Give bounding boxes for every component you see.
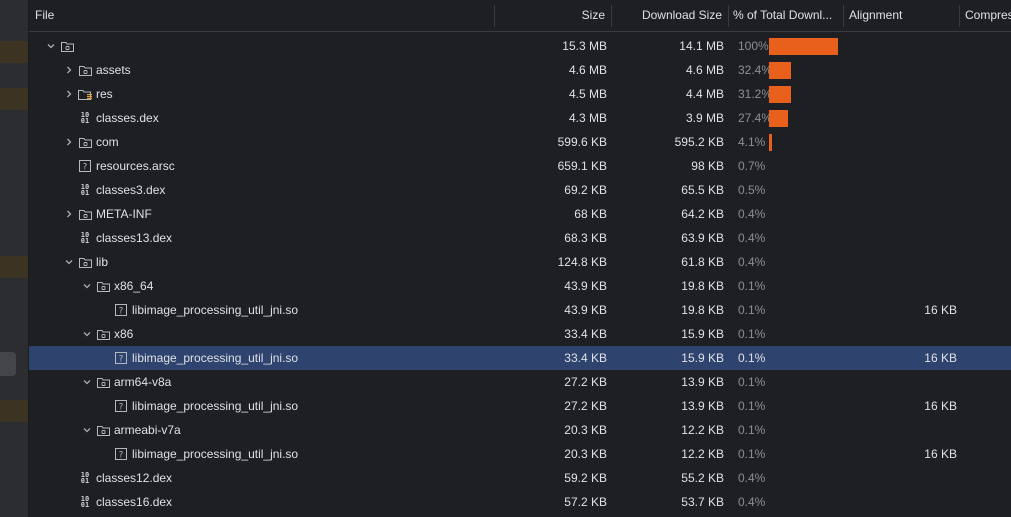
download-size-cell: 98 KB bbox=[691, 159, 724, 173]
gutter-marker bbox=[0, 41, 28, 63]
percent-cell: 0.4% bbox=[738, 231, 766, 245]
percent-cell: 31.2% bbox=[738, 87, 773, 101]
table-row[interactable]: 10 01 classes3.dex 69.2 KB 65.5 KB 0.5% bbox=[29, 178, 1011, 202]
download-share-bar bbox=[769, 110, 788, 127]
percent-cell: 0.5% bbox=[738, 183, 766, 197]
download-share-bar bbox=[769, 38, 838, 55]
column-divider[interactable] bbox=[959, 5, 960, 27]
alignment-cell: 16 KB bbox=[924, 399, 957, 413]
tree-rows: 15.3 MB 14.1 MB 100% assets 4.6 MB 4.6 MB 32.4… bbox=[29, 34, 1011, 514]
table-row[interactable]: x86 33.4 KB 15.9 KB 0.1% bbox=[29, 322, 1011, 346]
download-size-cell: 19.8 KB bbox=[681, 279, 724, 293]
alignment-cell: 16 KB bbox=[924, 351, 957, 365]
column-header-size[interactable]: Size bbox=[495, 0, 605, 31]
percent-cell: 0.1% bbox=[738, 375, 766, 389]
table-row[interactable]: x86_64 43.9 KB 19.8 KB 0.1% bbox=[29, 274, 1011, 298]
percent-cell: 100% bbox=[738, 39, 769, 53]
column-header-compression[interactable]: Compres bbox=[965, 0, 1011, 31]
download-size-cell: 3.9 MB bbox=[685, 111, 724, 125]
download-share-bar bbox=[769, 62, 791, 79]
apk-analyzer-tree-table: File Size Download Size % of Total Downl… bbox=[29, 0, 1011, 517]
percent-cell: 0.1% bbox=[738, 279, 766, 293]
percent-cell: 32.4% bbox=[738, 63, 773, 77]
table-row[interactable]: armeabi-v7a 20.3 KB 12.2 KB 0.1% bbox=[29, 418, 1011, 442]
table-row[interactable]: lib 124.8 KB 61.8 KB 0.4% bbox=[29, 250, 1011, 274]
download-size-cell: 61.8 KB bbox=[681, 255, 724, 269]
table-row[interactable]: 10 01 classes16.dex 57.2 KB 53.7 KB 0.4% bbox=[29, 490, 1011, 514]
column-header-file[interactable]: File bbox=[35, 0, 54, 31]
table-row[interactable]: ? libimage_processing_util_jni.so 33.4 KB 1… bbox=[29, 346, 1011, 370]
gutter-marker bbox=[0, 88, 28, 110]
table-row[interactable]: assets 4.6 MB 4.6 MB 32.4% bbox=[29, 58, 1011, 82]
column-header-percent[interactable]: % of Total Downl... bbox=[733, 0, 843, 31]
column-divider[interactable] bbox=[843, 5, 844, 27]
table-row[interactable]: arm64-v8a 27.2 KB 13.9 KB 0.1% bbox=[29, 370, 1011, 394]
download-size-cell: 12.2 KB bbox=[681, 423, 724, 437]
percent-cell: 0.1% bbox=[738, 327, 766, 341]
table-row[interactable]: ? libimage_processing_util_jni.so 43.9 KB 1… bbox=[29, 298, 1011, 322]
left-gutter bbox=[0, 0, 29, 517]
percent-cell: 0.7% bbox=[738, 159, 766, 173]
table-row[interactable]: ? libimage_processing_util_jni.so 27.2 KB 1… bbox=[29, 394, 1011, 418]
download-share-bar bbox=[769, 86, 791, 103]
download-size-cell: 15.9 KB bbox=[681, 327, 724, 341]
gutter-handle[interactable] bbox=[0, 352, 16, 376]
percent-cell: 0.4% bbox=[738, 207, 766, 221]
alignment-cell: 16 KB bbox=[924, 303, 957, 317]
percent-cell: 0.4% bbox=[738, 495, 766, 509]
percent-cell: 0.4% bbox=[738, 471, 766, 485]
download-size-cell: 14.1 MB bbox=[679, 39, 724, 53]
column-divider[interactable] bbox=[728, 5, 729, 27]
table-row[interactable]: 10 01 classes12.dex 59.2 KB 55.2 KB 0.4% bbox=[29, 466, 1011, 490]
download-size-cell: 53.7 KB bbox=[681, 495, 724, 509]
download-size-cell: 13.9 KB bbox=[681, 375, 724, 389]
table-row[interactable]: 10 01 classes13.dex 68.3 KB 63.9 KB 0.4% bbox=[29, 226, 1011, 250]
alignment-cell: 16 KB bbox=[924, 447, 957, 461]
percent-cell: 27.4% bbox=[738, 111, 773, 125]
table-header: File Size Download Size % of Total Downl… bbox=[29, 0, 1011, 32]
gutter-marker bbox=[0, 256, 28, 278]
table-row[interactable]: META-INF 68 KB 64.2 KB 0.4% bbox=[29, 202, 1011, 226]
table-row[interactable]: com 599.6 KB 595.2 KB 4.1% bbox=[29, 130, 1011, 154]
download-size-cell: 595.2 KB bbox=[674, 135, 724, 149]
download-size-cell: 63.9 KB bbox=[681, 231, 724, 245]
percent-cell: 0.1% bbox=[738, 423, 766, 437]
table-row[interactable]: res 4.5 MB 4.4 MB 31.2% bbox=[29, 82, 1011, 106]
percent-cell: 0.4% bbox=[738, 255, 766, 269]
download-size-cell: 4.6 MB bbox=[685, 63, 724, 77]
table-row[interactable]: ? libimage_processing_util_jni.so 20.3 KB 1… bbox=[29, 442, 1011, 466]
download-size-cell: 4.4 MB bbox=[685, 87, 724, 101]
download-size-cell: 64.2 KB bbox=[681, 207, 724, 221]
download-size-cell: 55.2 KB bbox=[681, 471, 724, 485]
gutter-marker bbox=[0, 400, 28, 422]
percent-cell: 4.1% bbox=[738, 135, 766, 149]
column-header-download-size[interactable]: Download Size bbox=[612, 0, 722, 31]
table-row[interactable]: 10 01 classes.dex 4.3 MB 3.9 MB 27.4% bbox=[29, 106, 1011, 130]
download-share-bar bbox=[769, 134, 772, 151]
column-header-alignment[interactable]: Alignment bbox=[849, 0, 959, 31]
table-row[interactable]: 15.3 MB 14.1 MB 100% bbox=[29, 34, 1011, 58]
download-size-cell: 65.5 KB bbox=[681, 183, 724, 197]
table-row[interactable]: ? resources.arsc 659.1 KB 98 KB 0.7% bbox=[29, 154, 1011, 178]
